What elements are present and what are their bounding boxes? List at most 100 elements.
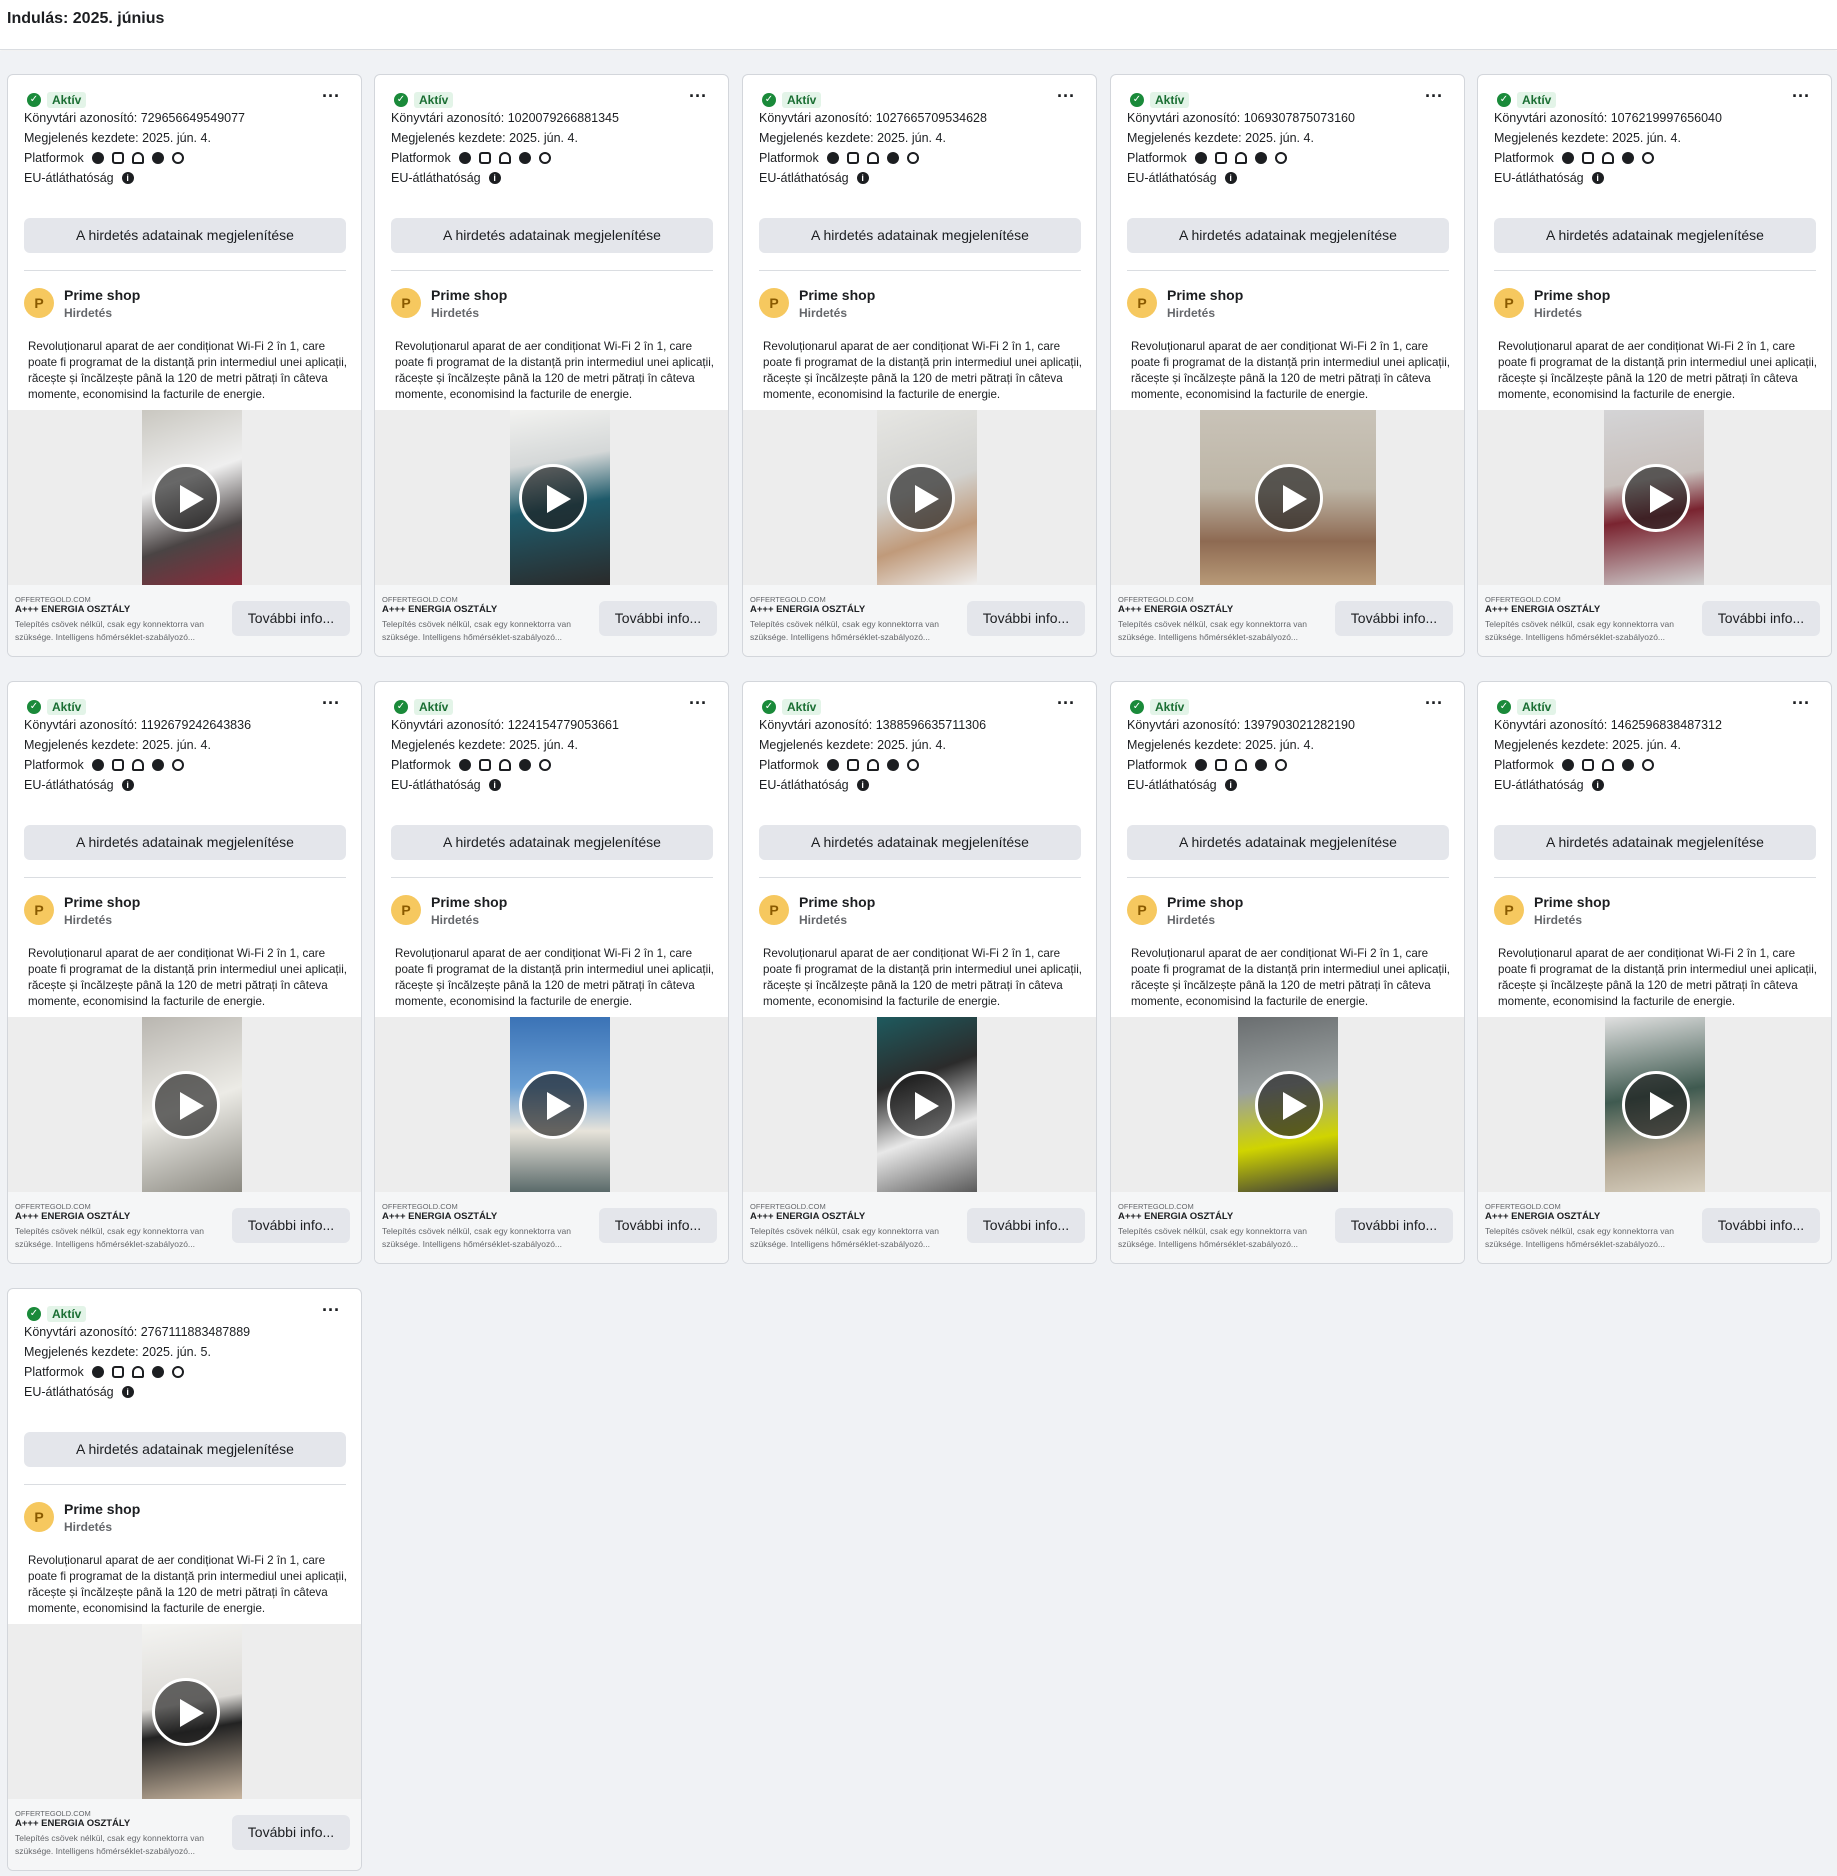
advertiser-name[interactable]: Prime shop — [64, 1501, 140, 1517]
video-media[interactable] — [8, 410, 361, 585]
more-options-button[interactable]: ··· — [319, 694, 343, 716]
show-ad-details-button[interactable]: A hirdetés adatainak megjelenítése — [391, 218, 713, 253]
video-media[interactable] — [8, 1624, 361, 1799]
learn-more-button[interactable]: További info... — [967, 1208, 1085, 1243]
advertiser-name[interactable]: Prime shop — [799, 287, 875, 303]
avatar[interactable]: P — [759, 895, 789, 925]
learn-more-button[interactable]: További info... — [1335, 1208, 1453, 1243]
show-ad-details-button[interactable]: A hirdetés adatainak megjelenítése — [391, 825, 713, 860]
video-media[interactable] — [1111, 1017, 1464, 1192]
video-media[interactable] — [743, 1017, 1096, 1192]
video-media[interactable] — [375, 1017, 728, 1192]
link-footer[interactable]: OFFERTEGOLD.COM A+++ ENERGIA OSZTÁLY Tel… — [1111, 1192, 1464, 1263]
avatar[interactable]: P — [1127, 288, 1157, 318]
learn-more-button[interactable]: További info... — [1335, 601, 1453, 636]
learn-more-button[interactable]: További info... — [232, 1815, 350, 1850]
more-options-button[interactable]: ··· — [319, 87, 343, 109]
info-icon[interactable]: i — [488, 172, 501, 184]
info-icon[interactable]: i — [1224, 172, 1237, 184]
video-media[interactable] — [1478, 1017, 1831, 1192]
info-icon[interactable]: i — [1591, 172, 1604, 184]
play-icon[interactable] — [886, 1070, 955, 1139]
play-icon[interactable] — [886, 463, 955, 532]
link-footer[interactable]: OFFERTEGOLD.COM A+++ ENERGIA OSZTÁLY Tel… — [1111, 585, 1464, 656]
link-footer[interactable]: OFFERTEGOLD.COM A+++ ENERGIA OSZTÁLY Tel… — [743, 1192, 1096, 1263]
avatar[interactable]: P — [391, 895, 421, 925]
link-footer[interactable]: OFFERTEGOLD.COM A+++ ENERGIA OSZTÁLY Tel… — [8, 1192, 361, 1263]
link-footer[interactable]: OFFERTEGOLD.COM A+++ ENERGIA OSZTÁLY Tel… — [375, 1192, 728, 1263]
info-icon[interactable]: i — [121, 172, 134, 184]
video-media[interactable] — [743, 410, 1096, 585]
advertiser-name[interactable]: Prime shop — [1167, 894, 1243, 910]
info-icon[interactable]: i — [856, 779, 869, 791]
video-media[interactable] — [1111, 410, 1464, 585]
link-footer[interactable]: OFFERTEGOLD.COM A+++ ENERGIA OSZTÁLY Tel… — [8, 585, 361, 656]
learn-more-button[interactable]: További info... — [967, 601, 1085, 636]
info-icon[interactable]: i — [856, 172, 869, 184]
info-icon[interactable]: i — [488, 779, 501, 791]
advertiser-name[interactable]: Prime shop — [799, 894, 875, 910]
play-icon[interactable] — [1621, 463, 1690, 532]
avatar[interactable]: P — [24, 288, 54, 318]
link-footer[interactable]: OFFERTEGOLD.COM A+++ ENERGIA OSZTÁLY Tel… — [8, 1799, 361, 1870]
advertiser-name[interactable]: Prime shop — [1534, 894, 1610, 910]
more-options-button[interactable]: ··· — [319, 1301, 343, 1323]
video-media[interactable] — [375, 410, 728, 585]
avatar[interactable]: P — [391, 288, 421, 318]
play-icon[interactable] — [1254, 463, 1323, 532]
show-ad-details-button[interactable]: A hirdetés adatainak megjelenítése — [759, 825, 1081, 860]
more-options-button[interactable]: ··· — [1422, 87, 1446, 109]
info-icon[interactable]: i — [121, 779, 134, 791]
show-ad-details-button[interactable]: A hirdetés adatainak megjelenítése — [1494, 218, 1816, 253]
play-icon[interactable] — [518, 1070, 587, 1139]
play-icon[interactable] — [1254, 1070, 1323, 1139]
avatar[interactable]: P — [24, 1502, 54, 1532]
info-icon[interactable]: i — [1224, 779, 1237, 791]
show-ad-details-button[interactable]: A hirdetés adatainak megjelenítése — [24, 825, 346, 860]
learn-more-button[interactable]: További info... — [1702, 1208, 1820, 1243]
avatar[interactable]: P — [1494, 895, 1524, 925]
advertiser-name[interactable]: Prime shop — [64, 287, 140, 303]
learn-more-button[interactable]: További info... — [599, 1208, 717, 1243]
show-ad-details-button[interactable]: A hirdetés adatainak megjelenítése — [759, 218, 1081, 253]
more-options-button[interactable]: ··· — [1789, 694, 1813, 716]
play-icon[interactable] — [151, 463, 220, 532]
more-options-button[interactable]: ··· — [1422, 694, 1446, 716]
learn-more-button[interactable]: További info... — [599, 601, 717, 636]
play-icon[interactable] — [1621, 1070, 1690, 1139]
link-footer[interactable]: OFFERTEGOLD.COM A+++ ENERGIA OSZTÁLY Tel… — [1478, 1192, 1831, 1263]
show-ad-details-button[interactable]: A hirdetés adatainak megjelenítése — [1494, 825, 1816, 860]
video-media[interactable] — [1478, 410, 1831, 585]
more-options-button[interactable]: ··· — [1789, 87, 1813, 109]
more-options-button[interactable]: ··· — [686, 694, 710, 716]
divider — [1127, 877, 1449, 878]
link-footer[interactable]: OFFERTEGOLD.COM A+++ ENERGIA OSZTÁLY Tel… — [1478, 585, 1831, 656]
show-ad-details-button[interactable]: A hirdetés adatainak megjelenítése — [1127, 218, 1449, 253]
avatar[interactable]: P — [1494, 288, 1524, 318]
info-icon[interactable]: i — [121, 1386, 134, 1398]
more-options-button[interactable]: ··· — [1054, 694, 1078, 716]
play-icon[interactable] — [151, 1677, 220, 1746]
advertiser-name[interactable]: Prime shop — [64, 894, 140, 910]
show-ad-details-button[interactable]: A hirdetés adatainak megjelenítése — [24, 1432, 346, 1467]
show-ad-details-button[interactable]: A hirdetés adatainak megjelenítése — [1127, 825, 1449, 860]
avatar[interactable]: P — [1127, 895, 1157, 925]
more-options-button[interactable]: ··· — [686, 87, 710, 109]
link-footer[interactable]: OFFERTEGOLD.COM A+++ ENERGIA OSZTÁLY Tel… — [375, 585, 728, 656]
video-media[interactable] — [8, 1017, 361, 1192]
learn-more-button[interactable]: További info... — [1702, 601, 1820, 636]
play-icon[interactable] — [151, 1070, 220, 1139]
advertiser-name[interactable]: Prime shop — [431, 287, 507, 303]
avatar[interactable]: P — [759, 288, 789, 318]
avatar[interactable]: P — [24, 895, 54, 925]
advertiser-name[interactable]: Prime shop — [1167, 287, 1243, 303]
more-options-button[interactable]: ··· — [1054, 87, 1078, 109]
learn-more-button[interactable]: További info... — [232, 1208, 350, 1243]
info-icon[interactable]: i — [1591, 779, 1604, 791]
show-ad-details-button[interactable]: A hirdetés adatainak megjelenítése — [24, 218, 346, 253]
learn-more-button[interactable]: További info... — [232, 601, 350, 636]
advertiser-name[interactable]: Prime shop — [1534, 287, 1610, 303]
link-footer[interactable]: OFFERTEGOLD.COM A+++ ENERGIA OSZTÁLY Tel… — [743, 585, 1096, 656]
advertiser-name[interactable]: Prime shop — [431, 894, 507, 910]
play-icon[interactable] — [518, 463, 587, 532]
